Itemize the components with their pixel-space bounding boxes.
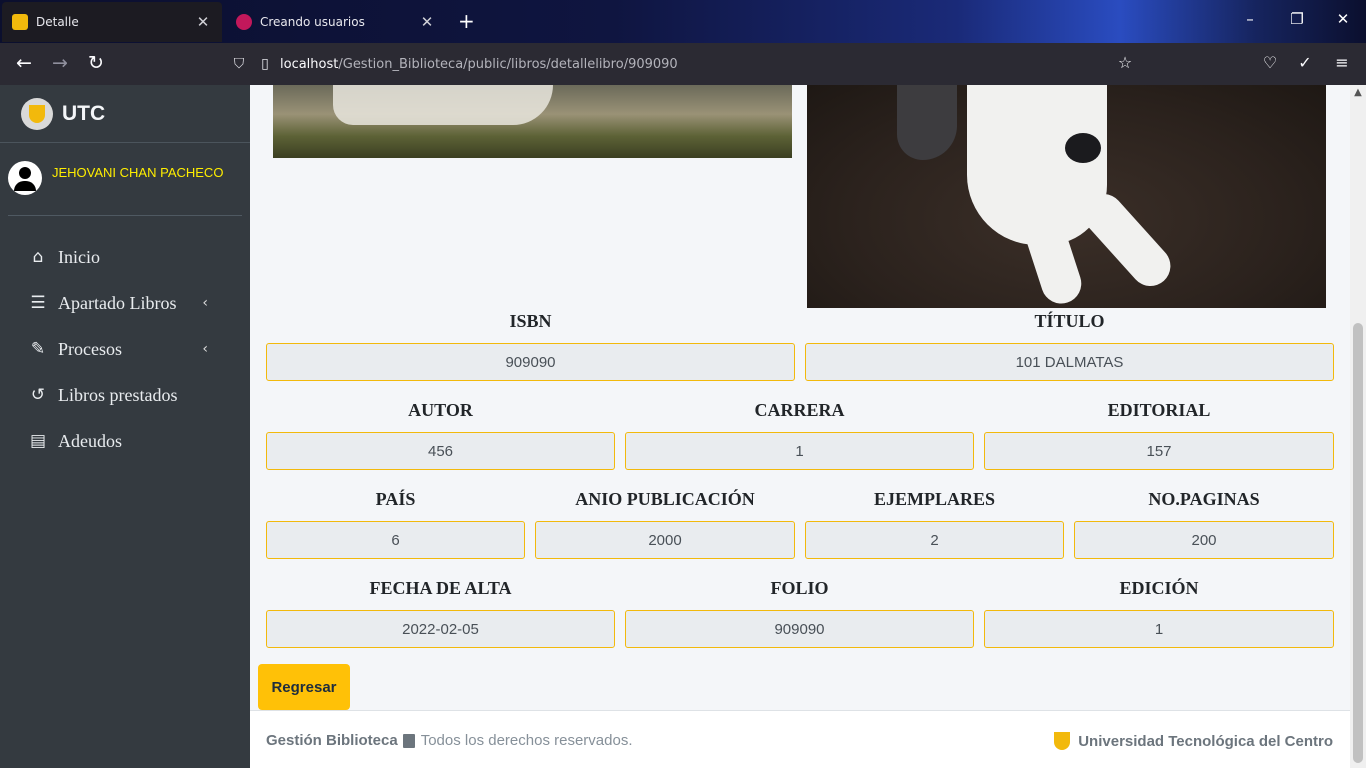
shield-icon[interactable]: ⛉ — [228, 56, 250, 72]
close-tab-icon[interactable]: ✕ — [418, 13, 436, 31]
tab-creando-usuarios[interactable]: Creando usuarios ✕ — [226, 2, 446, 42]
paginas-label: NO.PAGINAS — [1148, 489, 1260, 509]
user-panel: JEHOVANI CHAN PACHECO — [8, 143, 242, 216]
editorial-field[interactable]: 157 — [984, 432, 1334, 470]
tab-title: Creando usuarios — [260, 15, 365, 29]
footer-right: Universidad Tecnológica del Centro — [1054, 732, 1333, 750]
page-icon: ▯ — [261, 56, 269, 72]
sidebar-menu: ⌂ Inicio ☰ Apartado Libros ‹ ✎ Procesos … — [0, 234, 250, 464]
ejemplares-field[interactable]: 2 — [805, 521, 1064, 559]
url-host: localhost — [280, 56, 339, 72]
isbn-field[interactable]: 909090 — [266, 343, 795, 381]
book-cover-image-1 — [273, 85, 792, 158]
chevron-left-icon: ‹ — [202, 341, 208, 357]
autor-label: AUTOR — [408, 400, 473, 420]
pais-field[interactable]: 6 — [266, 521, 525, 559]
carrera-field[interactable]: 1 — [625, 432, 974, 470]
utc-favicon-icon — [12, 14, 28, 30]
ejemplares-label: EJEMPLARES — [873, 489, 996, 509]
brand-text: UTC — [62, 101, 106, 125]
fecha-alta-field[interactable]: 2022-02-05 — [266, 610, 615, 648]
scroll-up-arrow-icon[interactable]: ▲ — [1350, 87, 1366, 98]
brand-link[interactable]: UTC — [0, 85, 250, 143]
sidebar-item-adeudos[interactable]: ▤ Adeudos — [0, 418, 250, 464]
sidebar-item-label: Procesos — [58, 338, 122, 359]
anio-publicacion-field[interactable]: 2000 — [535, 521, 795, 559]
pocket-icon[interactable]: ♡ — [1258, 53, 1282, 72]
back-arrow-icon[interactable]: ← — [12, 52, 36, 74]
sidebar-item-apartado-libros[interactable]: ☰ Apartado Libros ‹ — [0, 280, 250, 326]
isbn-label: ISBN — [509, 311, 552, 331]
sidebar-item-inicio[interactable]: ⌂ Inicio — [0, 234, 250, 280]
folio-field[interactable]: 909090 — [625, 610, 974, 648]
invoice-icon: ▤ — [29, 431, 47, 451]
book-icon — [402, 733, 415, 748]
list-icon: ☰ — [30, 293, 46, 313]
book-cover-image-2 — [807, 85, 1326, 309]
address-bar[interactable]: ⛉ ▯ localhost/Gestion_Biblioteca/public/… — [228, 49, 1148, 79]
folio-label: FOLIO — [770, 578, 829, 598]
footer-app-name[interactable]: Gestión Biblioteca — [266, 732, 398, 749]
home-icon: ⌂ — [32, 247, 44, 267]
footer-left: Gestión Biblioteca Todos los derechos re… — [266, 732, 632, 749]
utc-logo-icon — [21, 97, 53, 130]
tab-title: Detalle — [36, 15, 79, 29]
footer-university[interactable]: Universidad Tecnológica del Centro — [1078, 733, 1333, 750]
sidebar: UTC JEHOVANI CHAN PACHECO ⌂ Inicio ☰ Apa… — [0, 85, 250, 768]
main-content: ISBN TÍTULO 909090 101 DALMATAS AUTOR CA… — [250, 85, 1350, 768]
autor-field[interactable]: 456 — [266, 432, 615, 470]
titulo-field[interactable]: 101 DALMATAS — [805, 343, 1334, 381]
tab-detalle[interactable]: Detalle ✕ — [2, 2, 222, 42]
site-favicon-icon — [236, 14, 252, 30]
new-tab-button[interactable]: + — [458, 10, 475, 32]
sidebar-item-libros-prestados[interactable]: ↺ Libros prestados — [0, 372, 250, 418]
close-tab-icon[interactable]: ✕ — [194, 13, 212, 31]
sidebar-item-label: Inicio — [58, 246, 100, 267]
edicion-field[interactable]: 1 — [984, 610, 1334, 648]
account-icon[interactable]: ✓ — [1293, 53, 1317, 72]
url-path: /Gestion_Biblioteca/public/libros/detall… — [338, 56, 678, 72]
browser-tab-bar: Detalle ✕ Creando usuarios ✕ + – ❐ ✕ — [0, 0, 1366, 43]
paginas-field[interactable]: 200 — [1074, 521, 1334, 559]
page-scrollbar[interactable]: ▲ — [1350, 85, 1366, 768]
browser-toolbar: ← → ↻ ⛉ ▯ localhost/Gestion_Biblioteca/p… — [0, 43, 1366, 85]
forward-arrow-icon[interactable]: → — [48, 52, 72, 74]
editorial-label: EDITORIAL — [1107, 400, 1211, 420]
utc-logo-icon — [1054, 732, 1071, 750]
carrera-label: CARRERA — [754, 400, 845, 420]
bookmark-star-icon[interactable]: ☆ — [1113, 53, 1137, 72]
restore-icon[interactable]: ❐ — [1282, 10, 1312, 28]
sidebar-item-label: Libros prestados — [58, 384, 178, 405]
chevron-left-icon: ‹ — [202, 295, 208, 311]
footer-rights: Todos los derechos reservados. — [420, 732, 633, 749]
sidebar-item-label: Adeudos — [58, 430, 122, 451]
anio-publicacion-label: ANIO PUBLICACIÓN — [575, 489, 755, 509]
close-window-icon[interactable]: ✕ — [1328, 10, 1358, 28]
scrollbar-thumb[interactable] — [1353, 323, 1363, 763]
menu-icon[interactable]: ≡ — [1330, 53, 1354, 72]
user-avatar-icon — [8, 161, 42, 195]
minimize-icon[interactable]: – — [1235, 10, 1265, 28]
titulo-label: TÍTULO — [1034, 311, 1105, 331]
reload-icon[interactable]: ↻ — [84, 52, 108, 74]
history-icon: ↺ — [30, 385, 46, 405]
edit-document-icon: ✎ — [30, 339, 46, 359]
pais-label: PAÍS — [375, 489, 416, 509]
regresar-button[interactable]: Regresar — [258, 664, 350, 710]
sidebar-item-label: Apartado Libros — [58, 292, 177, 313]
user-name[interactable]: JEHOVANI CHAN PACHECO — [52, 165, 223, 180]
edicion-label: EDICIÓN — [1119, 578, 1199, 598]
footer: Gestión Biblioteca Todos los derechos re… — [250, 710, 1350, 768]
fecha-alta-label: FECHA DE ALTA — [369, 578, 512, 598]
sidebar-item-procesos[interactable]: ✎ Procesos ‹ — [0, 326, 250, 372]
